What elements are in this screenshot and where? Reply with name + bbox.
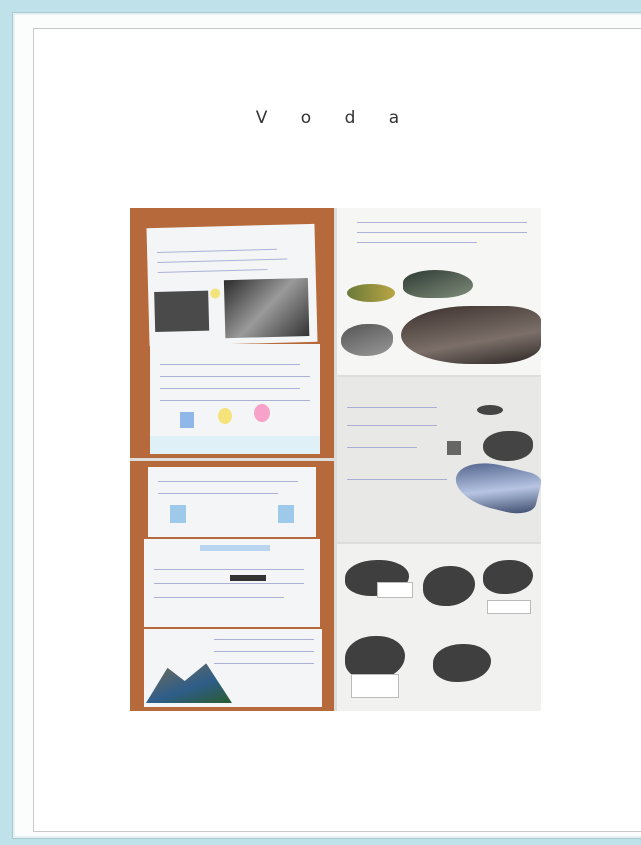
photo-fish-1	[337, 208, 541, 375]
page-title: V o d a	[255, 108, 414, 128]
photo-collage	[130, 208, 541, 711]
photo-fish-2	[337, 377, 541, 542]
photo-fossils	[337, 544, 541, 711]
photo-notebook-2	[130, 461, 334, 711]
photo-notebook-1	[130, 208, 334, 458]
